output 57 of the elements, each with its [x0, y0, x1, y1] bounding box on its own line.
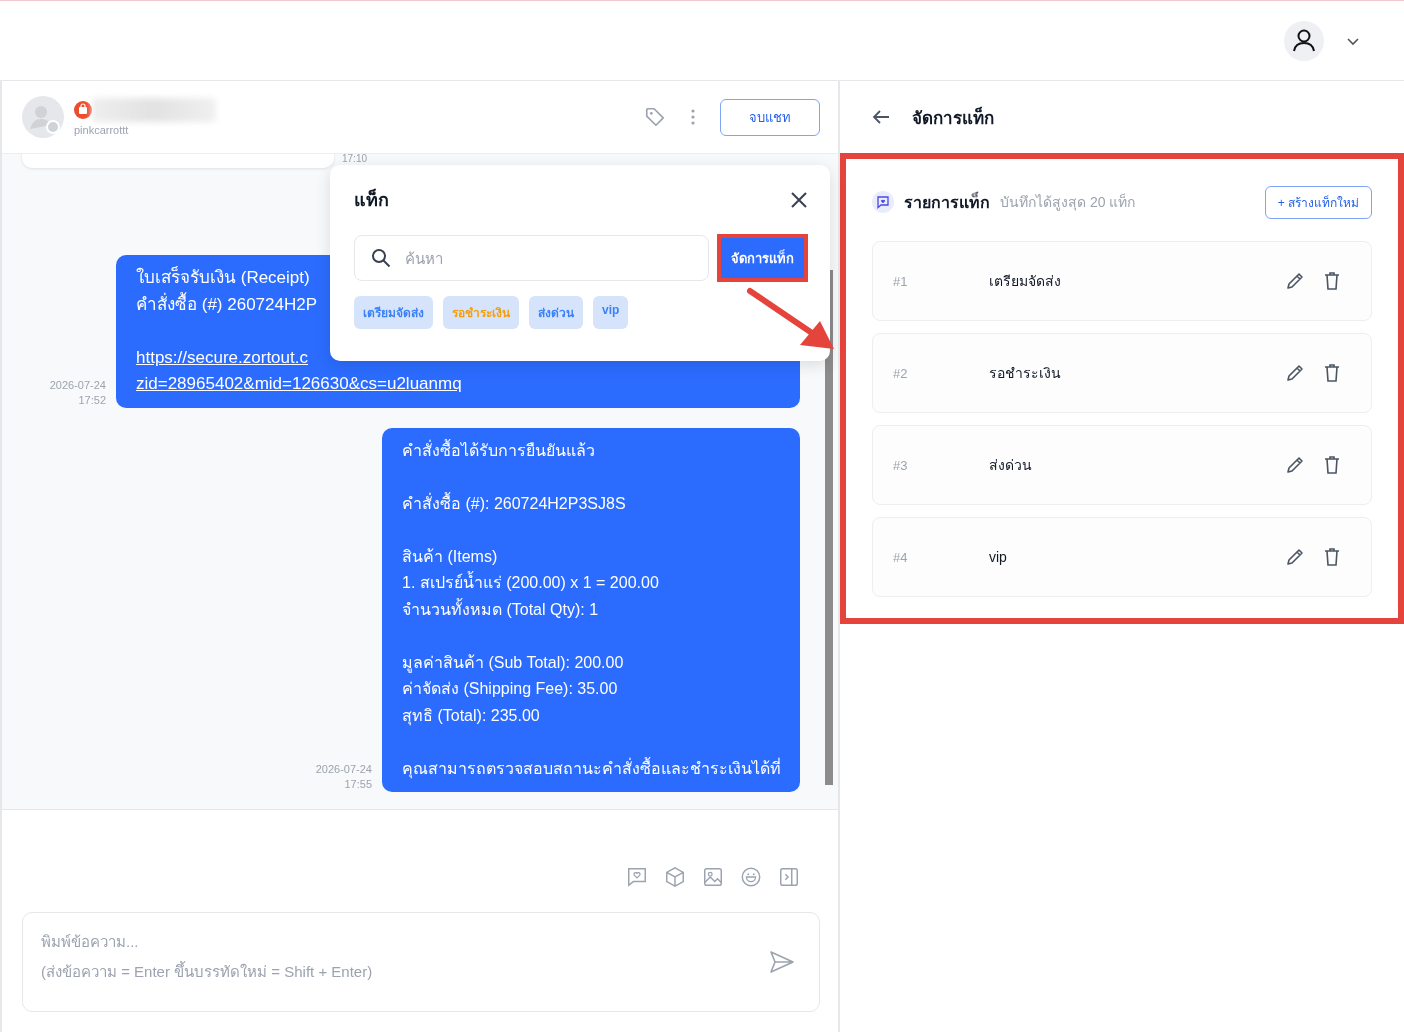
list-title: รายการแท็ก [904, 190, 990, 213]
tag-number: #2 [893, 365, 909, 381]
panel-toggle-icon[interactable] [778, 866, 800, 888]
message-line: ค่าจัดส่ง (Shipping Fee): 35.00 [402, 679, 618, 699]
message-time: 17:55 [344, 778, 372, 790]
search-icon [371, 248, 391, 268]
message-input[interactable]: พิมพ์ข้อความ... (ส่งข้อความ = Enter ขึ้นบรรทัดใหม่ = Shift + Enter) [39, 925, 769, 999]
panel-title: จัดการแท็ก [912, 105, 994, 130]
message-line: คุณสามารถตรวจสอบสถานะคำสั่งซื้อและชำระเงินได้ที่ [402, 756, 781, 781]
contact-username: pinkcarrottt [74, 124, 130, 136]
message-line: คำสั่งซื้อ (#): 260724H2P3SJ8S [402, 491, 626, 514]
tag-chip[interactable]: ส่งด่วน [529, 296, 583, 329]
message-line: คำสั่งซื้อได้รับการยืนยันแล้ว [402, 438, 595, 461]
message-link[interactable]: zid=28965402&mid=126630&cs=u2luanmq [136, 371, 462, 398]
tag-chip[interactable]: vip [593, 296, 629, 329]
tag-number: #1 [893, 273, 909, 289]
tag-name: vip [989, 549, 1008, 565]
back-arrow-icon[interactable] [872, 109, 890, 125]
edit-icon[interactable] [1285, 547, 1305, 567]
message-date: 2026-07-24 [49, 378, 106, 391]
delete-icon[interactable] [1323, 271, 1341, 291]
message-line: ใบเสร็จรับเงิน (Receipt) [136, 265, 310, 289]
shop-bag-icon [74, 101, 92, 119]
chevron-down-icon[interactable] [1346, 35, 1360, 46]
delete-icon[interactable] [1323, 547, 1341, 567]
message-line: สินค้า (Items) [402, 546, 498, 567]
limit-note: บันทึกได้สูงสุด 20 แท็ก [1000, 192, 1137, 213]
message-line: มูลค่าสินค้า (Sub Total): 200.00 [402, 652, 624, 675]
message-line: คำสั่งซื้อ (#) 260724H2P [136, 291, 318, 316]
close-icon[interactable] [790, 190, 808, 209]
tag-number: #4 [893, 549, 909, 565]
contact-avatar-icon [22, 96, 64, 138]
edit-icon[interactable] [1285, 271, 1305, 291]
delete-icon[interactable] [1323, 455, 1341, 475]
create-tag-button[interactable]: + สร้างแท็กใหม่ [1264, 185, 1372, 219]
tag-name: เตรียมจัดส่ง [989, 272, 1062, 291]
edit-icon[interactable] [1285, 363, 1305, 383]
message-line: สุทธิ (Total): 235.00 [402, 705, 540, 728]
tag-list-icon [872, 191, 894, 213]
tag-name: รอชำระเงิน [989, 364, 1062, 383]
search-field[interactable]: ค้นหา [354, 235, 709, 281]
edit-icon[interactable] [1285, 455, 1305, 475]
message-link[interactable]: https://secure.zortout.c [136, 344, 308, 371]
delete-icon[interactable] [1323, 363, 1341, 383]
message-time: 17:10 [342, 154, 368, 164]
manage-tags-button[interactable]: จัดการแท็ก [721, 238, 804, 278]
end-chat-button[interactable]: จบแชท [720, 98, 820, 136]
message-line: จำนวนทั้งหมด (Total Qty): 1 [402, 597, 599, 620]
tag-chip[interactable]: เตรียมจัดส่ง [354, 296, 433, 329]
message-time: 17:52 [78, 393, 106, 406]
message-date: 2026-07-24 [315, 763, 372, 775]
message-field[interactable]: พิมพ์ข้อความ... (ส่งข้อความ = Enter ขึ้นบรรทัดใหม่ = Shift + Enter) [22, 912, 820, 1012]
message-line: 1. สเปรย์น้ำแร่ (200.00) x 1 = 200.00 [402, 570, 659, 597]
user-avatar-icon[interactable] [1284, 20, 1324, 61]
popover-title: แท็ก [354, 187, 389, 212]
tag-number: #3 [893, 457, 909, 473]
tag-name: ส่งด่วน [989, 456, 1033, 475]
